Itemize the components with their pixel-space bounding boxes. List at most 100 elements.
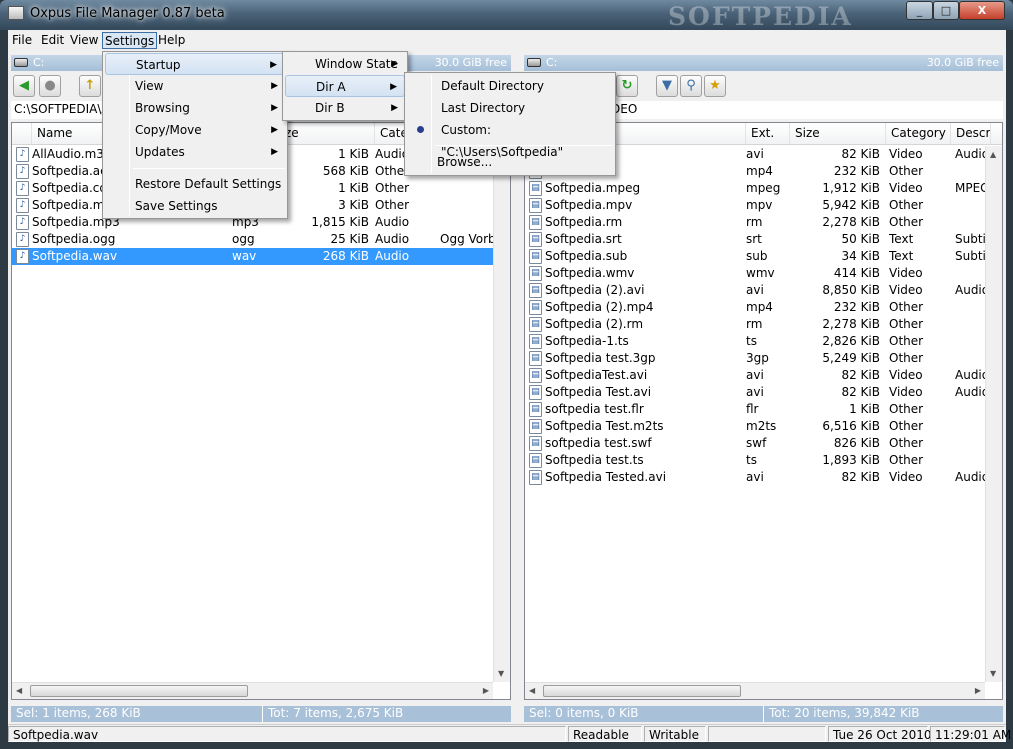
scroll-right-icon[interactable]: ▶ [975, 686, 981, 695]
cell-category: Other [889, 215, 924, 229]
cell-category: Other [889, 198, 924, 212]
cell-size: 414 KiB [833, 266, 880, 280]
header-size[interactable]: ze [280, 123, 375, 144]
menu-updates[interactable]: Updates ▶ [105, 141, 285, 163]
table-row[interactable]: ▤ Softpedia Test.avi avi 82 KiB Video Audio [525, 384, 989, 401]
cell-ext: swf [746, 436, 767, 450]
table-row[interactable]: ▤ Softpedia (2).avi avi 8,850 KiB Video Audio [525, 282, 989, 299]
table-row[interactable]: ▤ Softpedia test.ts ts 1,893 KiB Other [525, 452, 985, 469]
filter-icon[interactable]: ▼ [656, 75, 678, 97]
ogg-icon: ♪ [16, 232, 29, 247]
settings-menu: Startup ▶ View ▶ Browsing ▶ Copy/Move ▶ Upda… [102, 51, 288, 219]
table-row[interactable]: ▤ softpedia test.swf swf 826 KiB Other [525, 435, 985, 452]
scroll-down-icon[interactable]: ▼ [498, 669, 504, 678]
menu-browse[interactable]: Browse... [407, 151, 613, 173]
refresh-icon[interactable]: ↻ [616, 75, 638, 97]
menu-view[interactable]: View [68, 32, 100, 49]
cell-size: 1,893 KiB [822, 453, 880, 467]
total-status: Tot: 20 items, 39,842 KiB [769, 706, 920, 720]
file-icon: ▤ [529, 266, 542, 281]
table-row[interactable]: ▤ Softpedia test.3gp 3gp 5,249 KiB Other [525, 350, 985, 367]
scroll-left-icon[interactable]: ◀ [529, 686, 535, 695]
header-ext[interactable]: Ext. [746, 123, 790, 144]
maximize-button[interactable]: □ [933, 1, 959, 20]
menu-item-label: View [135, 79, 164, 93]
playlist-icon: ♪ [16, 147, 29, 162]
cell-name: SoftpediaTest.avi [545, 368, 648, 382]
header-size[interactable]: Size [790, 123, 886, 144]
horizontal-scrollbar[interactable]: ◀ ▶ [525, 682, 985, 699]
forward-icon[interactable]: ● [39, 75, 61, 97]
cell-description: Audio [955, 147, 989, 161]
cell-size: 8,850 KiB [822, 283, 880, 297]
close-button[interactable]: X [959, 1, 1005, 20]
cell-size: 82 KiB [841, 147, 880, 161]
menu-window-state[interactable]: Window State ▶ [285, 53, 405, 75]
menu-startup[interactable]: Startup ▶ [105, 53, 285, 75]
scroll-right-icon[interactable]: ▶ [483, 686, 489, 695]
menu-help[interactable]: Help [156, 32, 187, 49]
table-row[interactable]: ▤Softpedia.srt srt 50 KiB Text Subtitl [525, 231, 989, 248]
table-row[interactable]: ▤ SoftpediaTest.avi avi 82 KiB Video Audio [525, 367, 989, 384]
cell-size: 1,912 KiB [822, 181, 880, 195]
cell-category: Other [889, 402, 924, 416]
menu-copy-move[interactable]: Copy/Move ▶ [105, 119, 285, 141]
cell-size: 568 KiB [322, 164, 369, 178]
cell-category: Audio [375, 249, 410, 263]
table-row[interactable]: ▤ Softpedia (2).mp4 mp4 232 KiB Other [525, 299, 985, 316]
drive-bar[interactable]: C: 30.0 GiB free [524, 55, 1003, 71]
cell-size: 1 KiB [338, 181, 369, 195]
menu-settings[interactable]: Settings [102, 32, 158, 49]
search-icon[interactable]: ⚲ [680, 75, 702, 97]
menu-dir-a[interactable]: Dir A ▶ [285, 75, 405, 97]
table-row[interactable]: ▤ Softpedia Test.m2ts m2ts 6,516 KiB Other [525, 418, 985, 435]
cell-category: Audio [375, 215, 410, 229]
back-icon[interactable]: ◀ [13, 75, 35, 97]
menu-browsing[interactable]: Browsing ▶ [105, 97, 285, 119]
cell-name: Softpedia.rm [545, 215, 623, 229]
table-row[interactable]: ▤ Softpedia.mpeg mpeg 1,912 KiB Video MPEG [525, 180, 989, 197]
app-icon [8, 6, 24, 20]
menu-restore-defaults[interactable]: Restore Default Settings [105, 173, 285, 195]
menu-dir-b[interactable]: Dir B ▶ [285, 97, 405, 119]
scroll-up-icon[interactable]: ▲ [990, 150, 996, 159]
cell-category: Text [889, 232, 914, 246]
vertical-scrollbar[interactable]: ▲ ▼ [985, 146, 1002, 682]
table-row[interactable]: ▤ softpedia test.flr flr 1 KiB Other [525, 401, 985, 418]
menu-default-directory[interactable]: Default Directory [407, 75, 613, 97]
table-row[interactable]: ♪ Softpedia.ogg ogg 25 KiB Audio Ogg Vorbis [12, 231, 500, 248]
scroll-down-icon[interactable]: ▼ [990, 669, 996, 678]
menu-last-directory[interactable]: Last Directory [407, 97, 613, 119]
table-row[interactable]: ▤ Softpedia (2).rm rm 2,278 KiB Other [525, 316, 985, 333]
scroll-thumb[interactable] [30, 685, 248, 697]
selection-status: Sel: 0 items, 0 KiB [524, 706, 764, 722]
header-name[interactable]: Name [32, 123, 104, 144]
menu-edit[interactable]: Edit [39, 32, 66, 49]
cell-size: 3 KiB [338, 198, 369, 212]
file-list[interactable]: Ext. Size Category Descri ▤ avi 82 KiB Vide… [524, 122, 1003, 700]
cell-category: Video [889, 368, 923, 382]
header-description[interactable]: Descri [951, 123, 991, 144]
menu-file[interactable]: File [10, 32, 34, 49]
favorites-icon[interactable]: ★ [704, 75, 726, 97]
menu-view-settings[interactable]: View ▶ [105, 75, 285, 97]
table-row[interactable]: ▤Softpedia.sub sub 34 KiB Text Subtitl [525, 248, 989, 265]
minimize-button[interactable]: _ [906, 1, 933, 20]
up-folder-icon[interactable]: ↑ [79, 75, 101, 97]
vertical-scrollbar[interactable]: ▲ ▼ [493, 146, 510, 682]
table-row[interactable]: ▤ Softpedia Tested.avi avi 82 KiB Video Audio [525, 469, 989, 486]
scroll-left-icon[interactable]: ◀ [16, 686, 22, 695]
menu-save-settings[interactable]: Save Settings [105, 195, 285, 217]
table-row[interactable]: ▤ Softpedia.wmv wmv 414 KiB Video [525, 265, 985, 282]
scroll-thumb[interactable] [543, 685, 741, 697]
table-row[interactable]: ▤ Softpedia.rm rm 2,278 KiB Other [525, 214, 985, 231]
menu-item-label: Copy/Move [135, 123, 202, 137]
menu-custom-directory[interactable]: Custom: "C:\Users\Softpedia" [407, 119, 613, 159]
header-category[interactable]: Category [886, 123, 951, 144]
menu-bar: File Edit View Settings Help [8, 30, 1006, 50]
table-row[interactable]: ▤ Softpedia.mpv mpv 5,942 KiB Other [525, 197, 985, 214]
table-row[interactable]: ♪ Softpedia.wav wav 268 KiB Audio [12, 248, 493, 265]
file-icon: ▤ [529, 181, 542, 196]
horizontal-scrollbar[interactable]: ◀ ▶ [12, 682, 493, 699]
table-row[interactable]: ▤ Softpedia-1.ts ts 2,826 KiB Other [525, 333, 985, 350]
